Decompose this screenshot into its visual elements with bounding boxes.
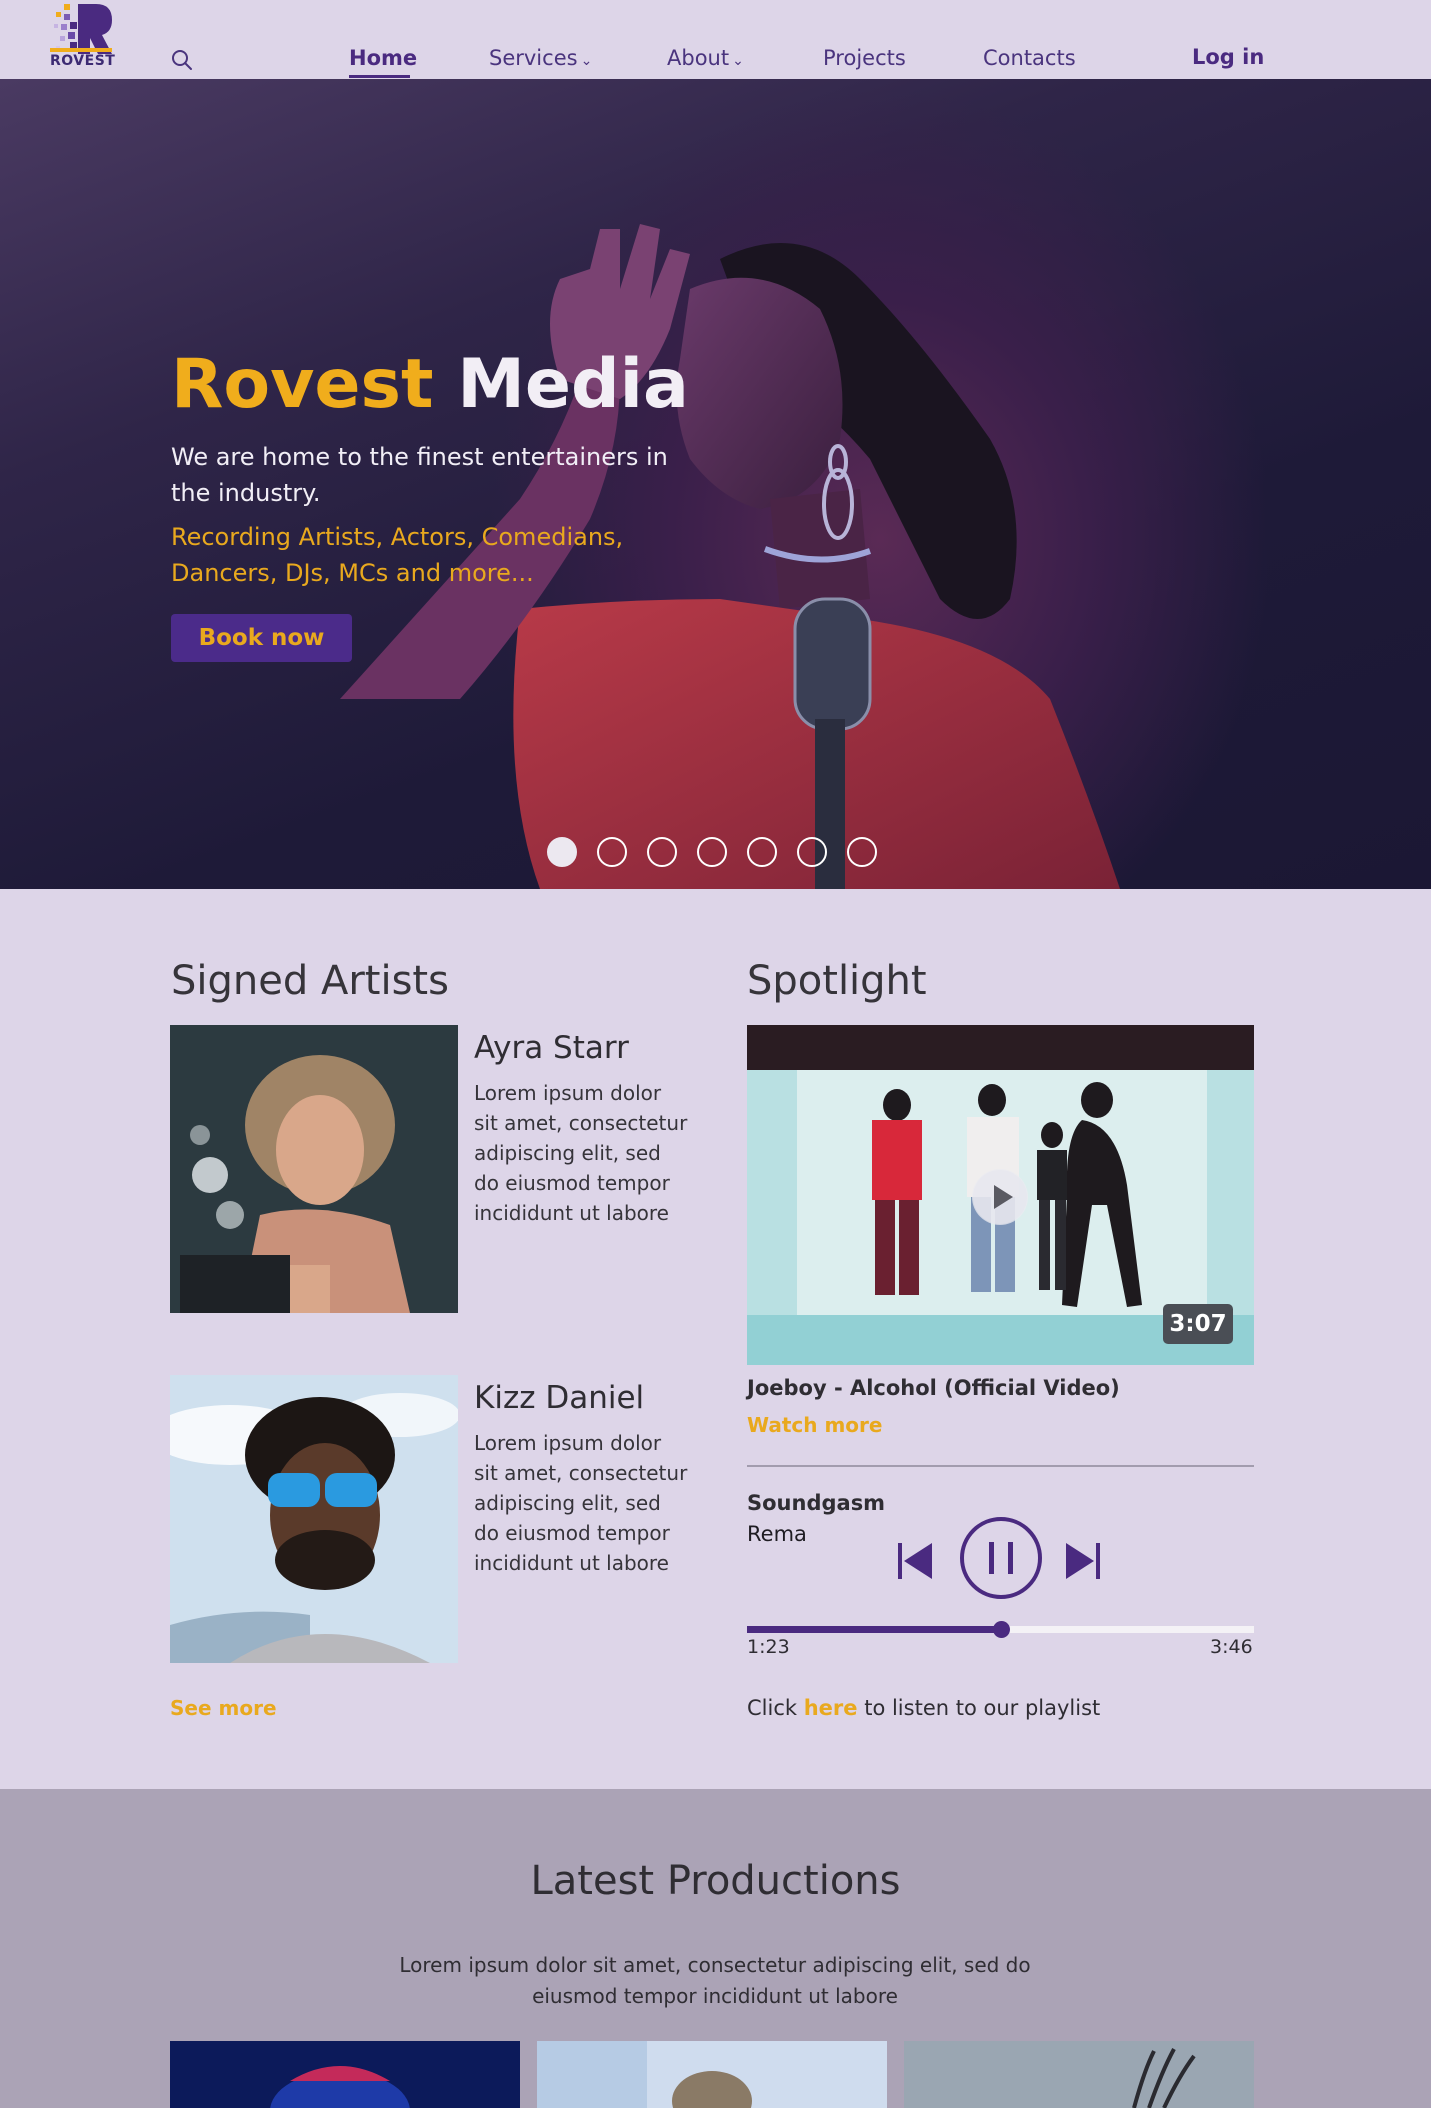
search-icon[interactable]	[170, 48, 194, 72]
book-now-button[interactable]: Book now	[171, 614, 352, 662]
carousel-dot-4[interactable]	[697, 837, 727, 867]
carousel-dot-7[interactable]	[847, 837, 877, 867]
latest-productions-description: Lorem ipsum dolor sit amet, consectetur …	[399, 1953, 1031, 2008]
hero-banner: Rovest Media We are home to the finest e…	[0, 79, 1431, 889]
watch-more-link[interactable]: Watch more	[747, 1413, 882, 1437]
production-image-1	[170, 2041, 520, 2108]
nav-projects[interactable]: Projects	[823, 46, 906, 70]
nav-active-indicator	[349, 75, 410, 78]
player-controls	[898, 1516, 1103, 1600]
production-card-1[interactable]	[170, 2041, 520, 2108]
ayra-starr-image	[170, 1025, 458, 1313]
see-more-link[interactable]: See more	[170, 1696, 277, 1720]
progress-handle[interactable]	[993, 1621, 1010, 1638]
hero-title: Rovest Media	[171, 345, 689, 424]
video-title[interactable]: Joeboy - Alcohol (Official Video)	[747, 1376, 1120, 1400]
carousel-dot-1[interactable]	[547, 837, 577, 867]
track-artist: Rema	[747, 1522, 807, 1546]
nav-services[interactable]: Services ⌄	[489, 46, 592, 70]
production-image-2	[537, 2041, 887, 2108]
artist-bio-ayra-starr: Lorem ipsum dolor sit amet, consectetur …	[474, 1081, 688, 1225]
hero-roles: Recording Artists, Actors, Comedians, Da…	[171, 523, 624, 587]
carousel-dot-3[interactable]	[647, 837, 677, 867]
next-track-icon[interactable]	[1066, 1541, 1100, 1581]
latest-productions-title: Latest Productions	[530, 1858, 901, 1904]
playlist-suffix: to listen to our playlist	[864, 1696, 1101, 1720]
artist-bio-kizz-daniel: Lorem ipsum dolor sit amet, consectetur …	[474, 1431, 688, 1575]
logo-text: ROVEST	[50, 53, 116, 69]
hero-title-brand: Rovest	[171, 345, 434, 424]
playlist-prefix: Click	[747, 1696, 798, 1720]
hero-subtitle: We are home to the finest entertainers i…	[171, 443, 668, 507]
login-link[interactable]: Log in	[1192, 45, 1264, 69]
top-nav: ROVEST Home Services ⌄ About ⌄ Projects Co…	[0, 0, 1431, 79]
nav-contacts[interactable]: Contacts	[983, 46, 1076, 70]
carousel-dot-6[interactable]	[797, 837, 827, 867]
nav-about-label: About	[667, 46, 730, 70]
video-duration-badge: 3:07	[1163, 1304, 1233, 1344]
nav-home[interactable]: Home	[349, 46, 417, 70]
carousel-dot-2[interactable]	[597, 837, 627, 867]
play-icon[interactable]	[972, 1169, 1028, 1225]
spotlight-divider	[747, 1465, 1254, 1467]
total-time: 3:46	[1210, 1636, 1253, 1658]
artist-photo-kizz-daniel[interactable]	[170, 1375, 458, 1663]
playlist-line: Click here to listen to our playlist	[747, 1696, 1100, 1720]
current-time: 1:23	[747, 1636, 790, 1658]
nav-services-label: Services	[489, 46, 578, 70]
production-card-3[interactable]	[904, 2041, 1254, 2108]
artist-name-kizz-daniel[interactable]: Kizz Daniel	[474, 1380, 644, 1416]
spotlight-title: Spotlight	[747, 958, 927, 1004]
progress-fill	[747, 1626, 1001, 1633]
chevron-down-icon: ⌄	[732, 53, 744, 69]
nav-about[interactable]: About ⌄	[667, 46, 744, 70]
previous-track-icon[interactable]	[898, 1541, 932, 1581]
chevron-down-icon: ⌄	[580, 53, 593, 69]
carousel-dot-5[interactable]	[747, 837, 777, 867]
artist-name-ayra-starr[interactable]: Ayra Starr	[474, 1030, 629, 1066]
kizz-daniel-image	[170, 1375, 458, 1663]
signed-artists-title: Signed Artists	[171, 958, 449, 1004]
playlist-link[interactable]: here	[804, 1696, 858, 1720]
production-card-2[interactable]	[537, 2041, 887, 2108]
track-title: Soundgasm	[747, 1491, 886, 1515]
hero-title-media: Media	[457, 345, 689, 424]
artist-photo-ayra-starr[interactable]	[170, 1025, 458, 1313]
production-image-3	[904, 2041, 1254, 2108]
pause-icon[interactable]	[959, 1516, 1043, 1600]
